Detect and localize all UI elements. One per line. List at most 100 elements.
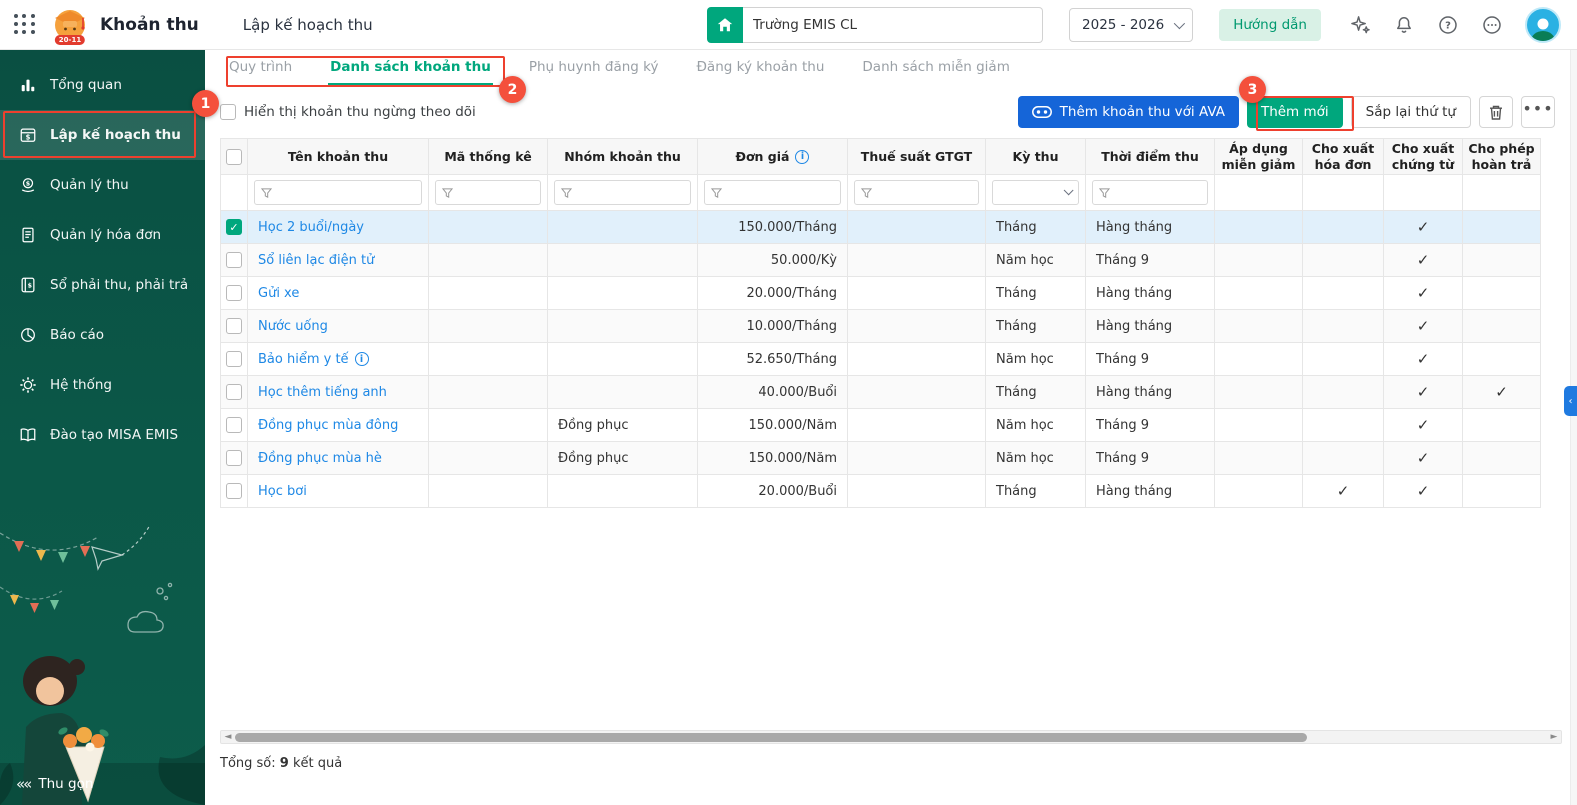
table-row[interactable]: Học thêm tiếng anhi 40.000/Buổi Tháng Hà… xyxy=(220,375,1541,410)
table-row[interactable]: Đồng phục mùa đôngi Đồng phục 150.000/Nă… xyxy=(220,408,1541,443)
row-checkbox[interactable] xyxy=(226,450,242,467)
col-header-nhom-khoan-thu[interactable]: Nhóm khoản thu xyxy=(547,138,698,176)
select-all-checkbox[interactable] xyxy=(226,148,242,165)
row-checkbox[interactable] xyxy=(226,384,242,401)
table-row[interactable]: Nước uốngi 10.000/Tháng Tháng Hàng tháng… xyxy=(220,309,1541,344)
show-hidden-checkbox[interactable] xyxy=(220,104,236,120)
tab-dang-ky-khoan-thu[interactable]: Đăng ký khoản thu xyxy=(694,50,826,86)
row-checkbox[interactable] xyxy=(226,483,242,500)
table-row[interactable]: Gửi xei 20.000/Tháng Tháng Hàng tháng ✓ xyxy=(220,276,1541,311)
user-avatar[interactable] xyxy=(1525,6,1561,43)
ai-sparkle-icon[interactable] xyxy=(1349,14,1371,36)
col-header-thue-suat[interactable]: Thuế suất GTGT xyxy=(847,138,986,176)
sidebar-item-quan-ly-thu[interactable]: $ Quản lý thu xyxy=(0,160,205,210)
row-checkbox[interactable] xyxy=(226,285,242,302)
refund-check xyxy=(1462,276,1541,311)
filter-input-ten-khoan-thu[interactable] xyxy=(254,180,422,206)
col-header-ten-khoan-thu[interactable]: Tên khoản thu xyxy=(247,138,429,176)
home-icon[interactable] xyxy=(707,6,744,43)
sidebar-item-tong-quan[interactable]: Tổng quan xyxy=(0,60,205,110)
add-new-button[interactable]: Thêm mới xyxy=(1246,96,1343,128)
filter-input-don-gia[interactable] xyxy=(704,180,841,206)
sidebar-item-bao-cao[interactable]: Báo cáo xyxy=(0,310,205,360)
horizontal-scrollbar-thumb[interactable] xyxy=(235,732,1307,742)
school-input[interactable] xyxy=(743,6,1044,43)
app-launcher-icon[interactable] xyxy=(14,13,36,36)
tab-phu-huynh-dang-ky[interactable]: Phụ huynh đăng ký xyxy=(527,50,661,86)
fee-name-link[interactable]: Học bơi xyxy=(258,484,307,499)
ledger-icon: $ xyxy=(18,275,38,295)
help-icon[interactable]: ? xyxy=(1437,14,1459,36)
sidebar-item-quan-ly-hoa-don[interactable]: Quản lý hóa đơn xyxy=(0,210,205,260)
fee-name-link[interactable]: Đồng phục mùa đông xyxy=(258,418,398,433)
col-header-cho-phep-hoan-tra[interactable]: Cho phép hoàn trả xyxy=(1462,138,1541,176)
total-count: 9 xyxy=(279,756,289,771)
row-checkbox[interactable] xyxy=(226,252,242,269)
tab-danh-sach-mien-giam[interactable]: Danh sách miễn giảm xyxy=(860,50,1011,86)
collect-money-icon: $ xyxy=(18,175,38,195)
sidebar-item-lap-ke-hoach-thu[interactable]: $ Lập kế hoạch thu xyxy=(0,110,205,160)
fee-name-link[interactable]: Học thêm tiếng anh xyxy=(258,385,387,400)
filter-input-nhom-khoan-thu[interactable] xyxy=(554,180,691,206)
toolbar: Hiển thị khoản thu ngừng theo dõi Thêm k… xyxy=(205,86,1577,138)
delete-button[interactable] xyxy=(1479,96,1513,128)
table-row[interactable]: Đồng phục mùa hèi Đồng phục 150.000/Năm … xyxy=(220,441,1541,476)
vertical-scrollbar-track[interactable] xyxy=(1570,50,1577,805)
scroll-right-arrow[interactable]: ► xyxy=(1547,732,1561,742)
fee-name-link[interactable]: Đồng phục mùa hè xyxy=(258,451,382,466)
col-header-don-gia[interactable]: Đơn giá i xyxy=(697,138,848,176)
invoice-icon xyxy=(18,225,38,245)
sidebar-item-he-thong[interactable]: Hệ thống xyxy=(0,360,205,410)
col-header-cho-xuat-chung-tu[interactable]: Cho xuất chứng từ xyxy=(1383,138,1463,176)
scroll-left-arrow[interactable]: ◄ xyxy=(221,732,235,742)
row-checkbox[interactable] xyxy=(226,351,242,368)
fee-name-link[interactable]: Gửi xe xyxy=(258,286,299,301)
sidebar-item-label: Tổng quan xyxy=(50,77,122,93)
voucher-check: ✓ xyxy=(1383,243,1463,278)
col-header-ky-thu[interactable]: Kỳ thu xyxy=(985,138,1086,176)
refund-check: ✓ xyxy=(1462,375,1541,410)
tab-bar: Quy trình Danh sách khoản thu Phụ huynh … xyxy=(205,50,1577,86)
sidebar-collapse-button[interactable]: «« Thu gọn xyxy=(16,775,93,793)
tab-quy-trinh[interactable]: Quy trình xyxy=(227,50,294,86)
col-header-thoi-diem-thu[interactable]: Thời điểm thu xyxy=(1085,138,1215,176)
row-checkbox[interactable] xyxy=(226,219,242,236)
sidebar-item-so-phai-thu[interactable]: $ Sổ phải thu, phải trả xyxy=(0,260,205,310)
refund-check xyxy=(1462,474,1541,509)
sidebar: Tổng quan $ Lập kế hoạch thu $ Quản lý t… xyxy=(0,50,205,805)
table-row[interactable]: Bảo hiểm y tế i 52.650/Tháng Năm học Thán… xyxy=(220,342,1541,377)
filter-input-thue-suat[interactable] xyxy=(854,180,979,206)
more-options-icon[interactable] xyxy=(1481,14,1503,36)
notifications-bell-icon[interactable] xyxy=(1393,14,1415,36)
school-year-select[interactable]: 2025 - 2026 xyxy=(1069,7,1194,42)
invoice-check xyxy=(1302,408,1384,443)
add-with-ava-button[interactable]: Thêm khoản thu với AVA xyxy=(1017,96,1239,128)
tab-danh-sach-khoan-thu[interactable]: Danh sách khoản thu xyxy=(328,50,493,86)
side-panel-toggle[interactable]: ‹ xyxy=(1564,386,1577,416)
fee-name-link[interactable]: Học 2 buổi/ngày xyxy=(258,220,364,235)
fees-table-zone: Tên khoản thu Mã thống kê Nhóm khoản thu… xyxy=(205,138,1577,730)
more-actions-button[interactable]: ••• xyxy=(1521,96,1555,128)
table-row[interactable]: Học bơii 20.000/Buổi Tháng Hàng tháng ✓ … xyxy=(220,474,1541,509)
table-row[interactable]: Sổ liên lạc điện tửi 50.000/Kỳ Năm học T… xyxy=(220,243,1541,278)
ellipsis-icon: ••• xyxy=(1522,99,1554,118)
row-checkbox[interactable] xyxy=(226,318,242,335)
col-header-cho-xuat-hoa-don[interactable]: Cho xuất hóa đơn xyxy=(1302,138,1384,176)
info-icon[interactable]: i xyxy=(354,352,369,367)
exempt-check xyxy=(1214,243,1303,278)
fee-name-link[interactable]: Nước uống xyxy=(258,319,328,334)
info-icon[interactable]: i xyxy=(795,150,810,165)
col-header-ma-thong-ke[interactable]: Mã thống kê xyxy=(428,138,548,176)
fee-name-link[interactable]: Sổ liên lạc điện tử xyxy=(258,253,374,268)
fee-name-link[interactable]: Bảo hiểm y tế xyxy=(258,352,349,367)
reorder-button[interactable]: Sắp lại thứ tự xyxy=(1350,96,1471,128)
guide-button[interactable]: Hướng dẫn xyxy=(1219,8,1321,41)
table-row[interactable]: Học 2 buổi/ngàyi 150.000/Tháng Tháng Hàn… xyxy=(220,210,1541,245)
sidebar-illustration xyxy=(0,524,205,805)
horizontal-scrollbar[interactable]: ◄ ► xyxy=(220,730,1562,744)
refund-check xyxy=(1462,210,1541,245)
row-checkbox[interactable] xyxy=(226,417,242,434)
col-header-ap-dung-mien-giam[interactable]: Áp dụng miễn giảm xyxy=(1214,138,1303,176)
filter-select-ky-thu[interactable] xyxy=(992,180,1079,206)
sidebar-item-dao-tao[interactable]: Đào tạo MISA EMIS xyxy=(0,410,205,460)
